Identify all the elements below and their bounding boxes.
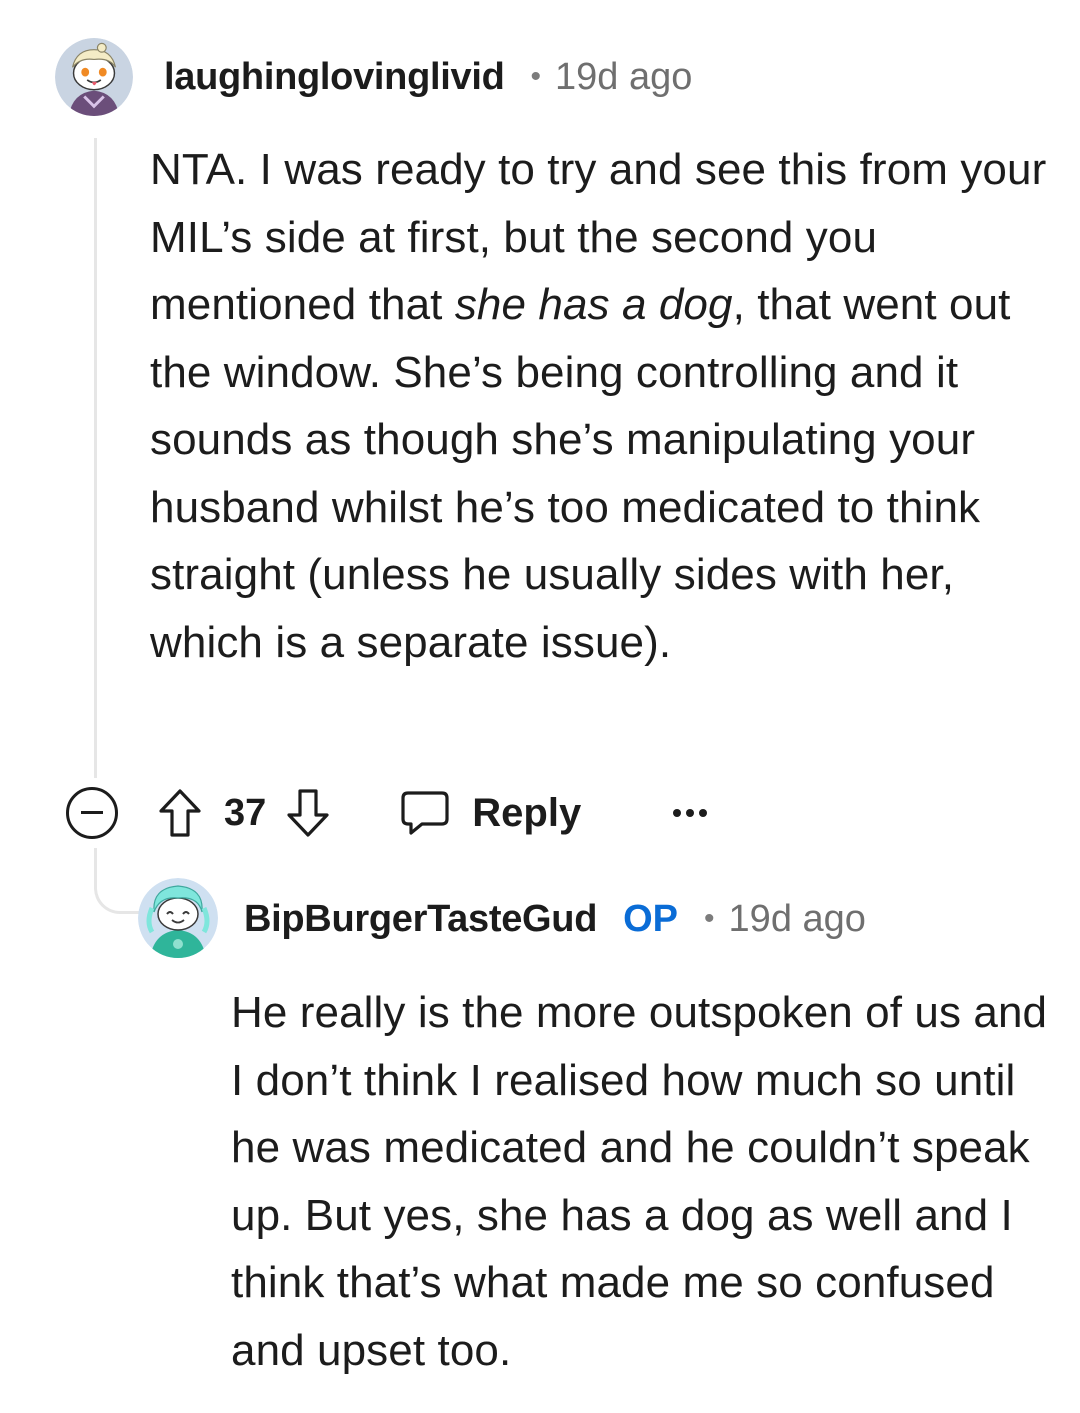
timestamp[interactable]: 19d ago <box>555 56 692 99</box>
comment-action-bar: 37 Reply <box>66 780 708 846</box>
reply-body: He really is the more outspoken of us an… <box>231 988 1048 1375</box>
username[interactable]: laughinglovinglivid <box>164 56 505 99</box>
snoo-avatar-icon <box>138 878 218 958</box>
upvote-button[interactable] <box>158 788 202 838</box>
reply-thread-connector <box>94 848 142 914</box>
meta-separator: • <box>530 60 542 93</box>
meta-separator: • <box>704 902 715 935</box>
avatar[interactable] <box>138 878 218 958</box>
avatar[interactable] <box>55 38 133 116</box>
reply-label: Reply <box>472 790 582 835</box>
reply-button[interactable]: Reply <box>400 789 581 837</box>
comment-body: NTA. I was ready to try and see this fro… <box>150 136 1050 676</box>
vote-count: 37 <box>224 791 267 834</box>
snoo-avatar-icon <box>55 38 133 116</box>
reply-header: BipBurgerTasteGud OP • 19d ago <box>244 894 866 944</box>
downvote-arrow-icon <box>287 789 329 837</box>
op-badge: OP <box>623 897 679 940</box>
downvote-button[interactable] <box>286 788 330 838</box>
upvote-arrow-icon <box>159 789 201 837</box>
username[interactable]: BipBurgerTasteGud <box>244 898 597 941</box>
timestamp[interactable]: 19d ago <box>729 898 866 941</box>
comment-header: laughinglovinglivid • 19d ago <box>164 52 692 102</box>
comment-text-italic: she has a dog <box>454 280 733 329</box>
collapse-minus-icon[interactable] <box>66 787 118 839</box>
more-options-icon[interactable] <box>673 793 708 833</box>
comment-text: , that went out the window. She’s being … <box>150 280 1011 667</box>
speech-bubble-icon <box>401 791 449 835</box>
thread-line[interactable] <box>94 138 97 778</box>
